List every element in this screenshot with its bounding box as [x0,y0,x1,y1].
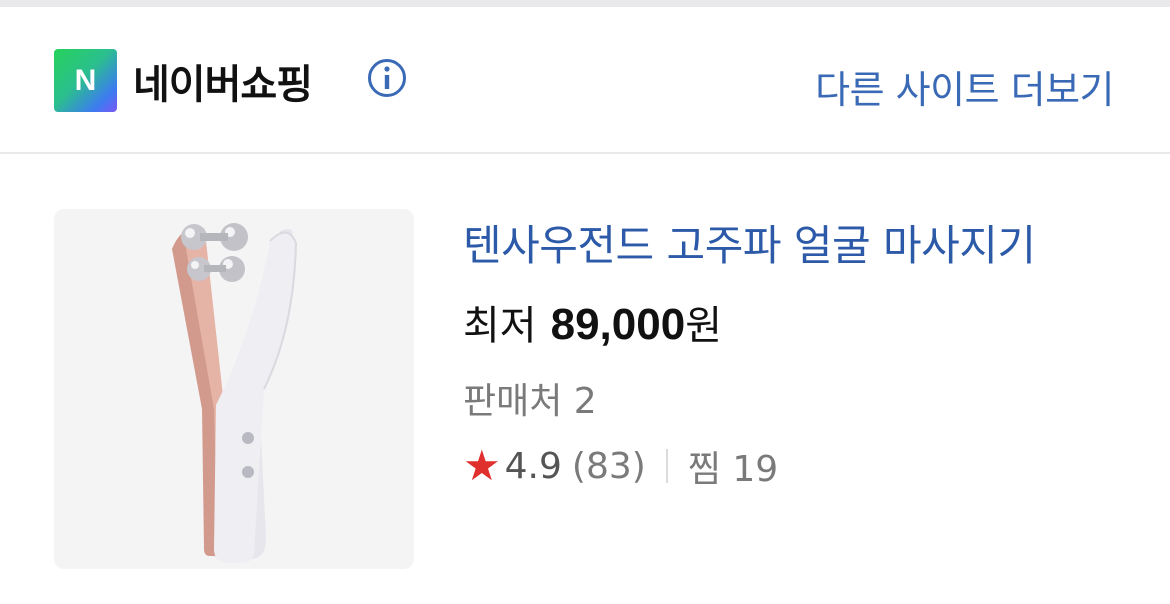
shopping-header: N 네이버쇼핑 다른 사이트 더보기 [0,7,1170,152]
price-unit: 원 [685,303,722,349]
rating-value: 4.9 [504,445,562,487]
price-row: 최저 89,000원 [463,293,722,351]
star-icon: ★ [463,441,501,490]
seller-count: 판매처 2 [463,381,597,422]
price-amount: 89,000 [550,300,686,349]
brand-title[interactable]: 네이버쇼핑 [133,52,313,110]
meta-separator [665,449,668,483]
naver-shopping-logo[interactable]: N [54,49,117,112]
logo-letter: N [74,63,97,97]
more-sites-link[interactable]: 다른 사이트 더보기 [815,59,1114,114]
product-title[interactable]: 텐사우전드 고주파 얼굴 마사지기 [463,212,1036,273]
wishlist-count: 찜 19 [687,449,779,490]
rating-row: ★ 4.9 (83) 찜 19 [463,440,778,492]
info-icon[interactable] [368,59,406,97]
top-separator-strip [0,0,1170,7]
product-image[interactable] [54,209,414,569]
review-count: (83) [571,445,646,487]
price-prefix: 최저 [463,303,537,349]
header-divider [0,152,1170,154]
